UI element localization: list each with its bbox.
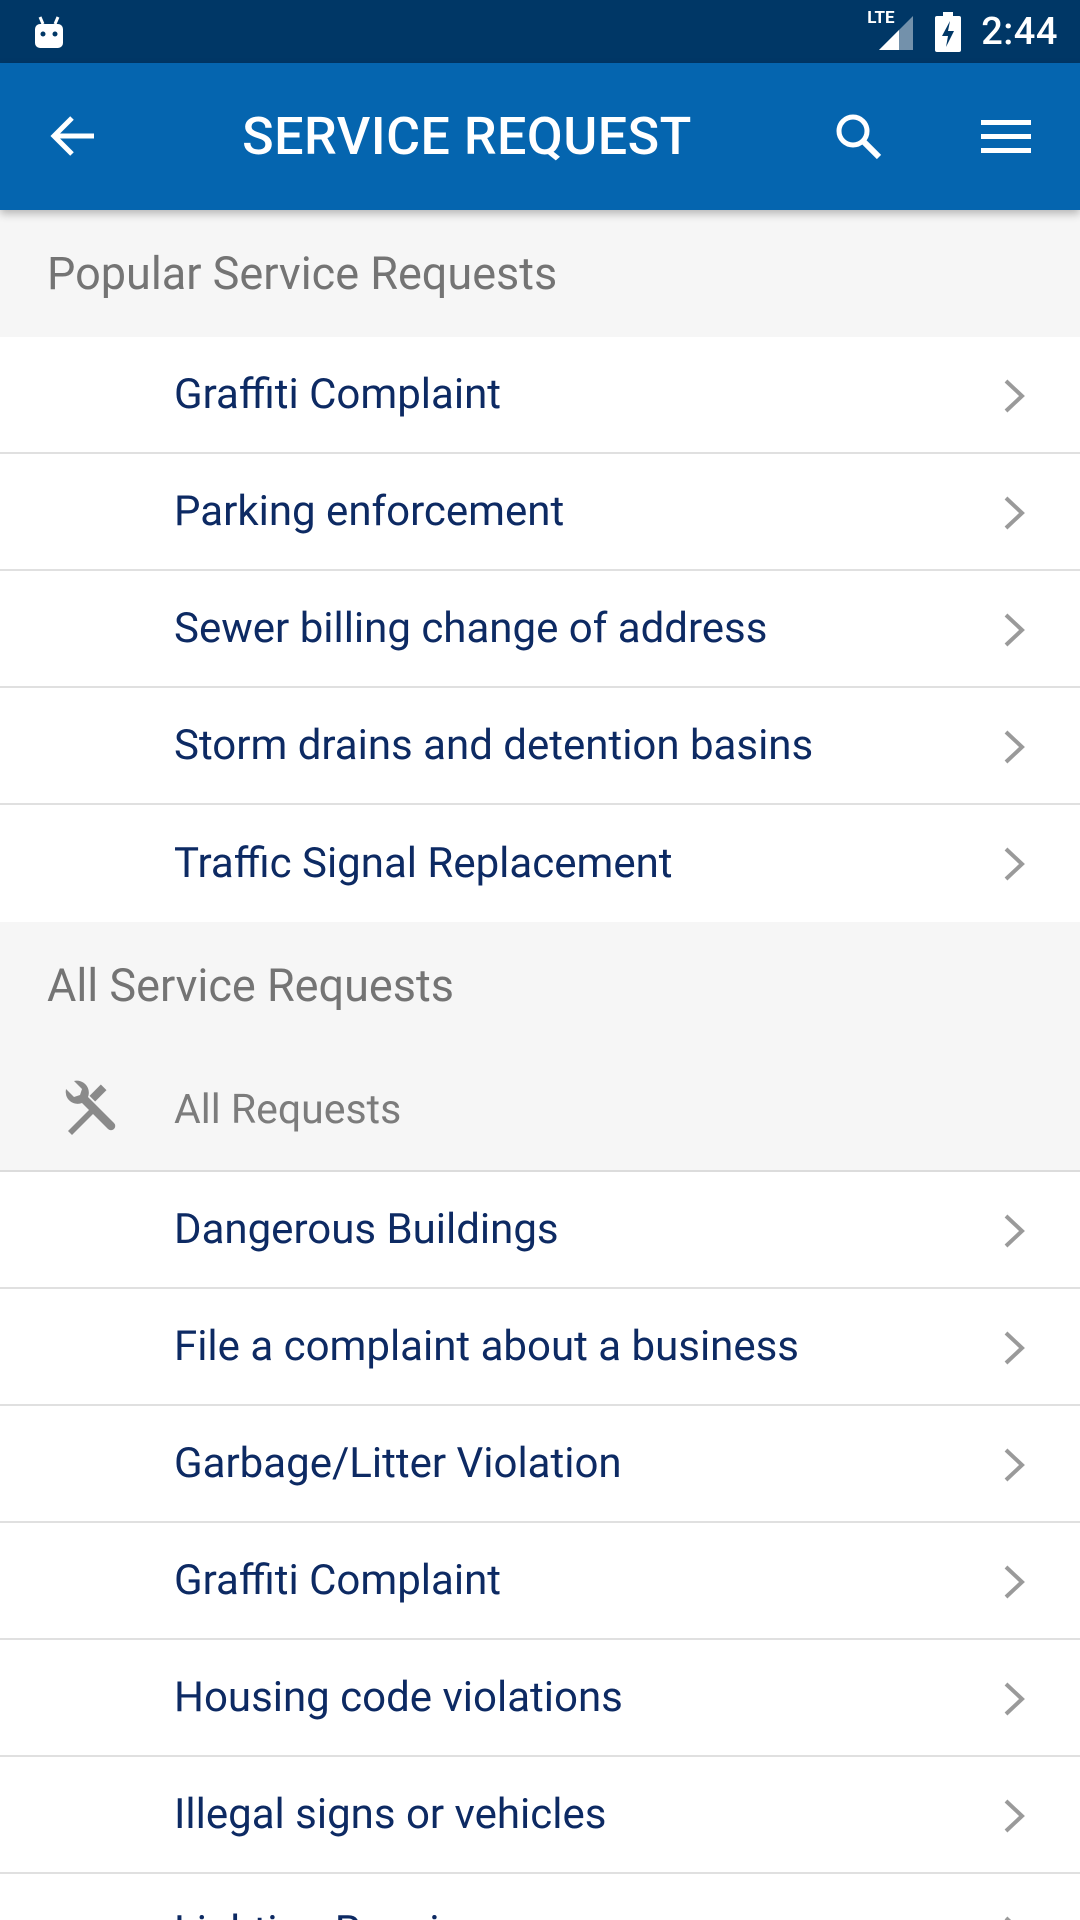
list-item-parking-enforcement[interactable]: Parking enforcement xyxy=(0,454,1080,571)
chevron-right-icon xyxy=(1004,1565,1025,1599)
list-item-label: Dangerous Buildings xyxy=(174,1205,559,1254)
chevron-right-icon xyxy=(1004,496,1025,530)
lte-signal-icon: LTE xyxy=(867,8,915,52)
list-item-label: Garbage/Litter Violation xyxy=(174,1439,622,1488)
list-item-label: Graffiti Complaint xyxy=(174,370,501,419)
android-notification-icon xyxy=(35,15,63,48)
request-list: Popular Service Requests Graffiti Compla… xyxy=(0,210,1080,1920)
list-item-lighting-repair[interactable]: Lighting Repair xyxy=(0,1874,1080,1920)
list-item-graffiti-complaint[interactable]: Graffiti Complaint xyxy=(0,337,1080,454)
list-item-label: Housing code violations xyxy=(174,1673,623,1722)
chevron-right-icon xyxy=(1004,1916,1012,1920)
search-button[interactable] xyxy=(808,86,908,186)
chevron-right-icon xyxy=(1004,847,1025,881)
chevron-right-icon xyxy=(1004,1331,1025,1365)
section-header-popular: Popular Service Requests xyxy=(0,210,1080,337)
battery-charging-icon xyxy=(935,11,962,52)
list-item-graffiti-complaint-all[interactable]: Graffiti Complaint xyxy=(0,1523,1080,1640)
chevron-right-icon xyxy=(1004,1682,1025,1716)
list-item-sewer-billing[interactable]: Sewer billing change of address xyxy=(0,571,1080,688)
search-icon xyxy=(836,114,882,160)
group-label: All Requests xyxy=(174,1085,402,1134)
status-bar: LTE 2:44 xyxy=(0,0,1080,63)
list-item-label: Parking enforcement xyxy=(174,487,565,536)
tools-icon xyxy=(65,1080,116,1135)
list-item-label: File a complaint about a business xyxy=(174,1322,799,1371)
list-item-label: Illegal signs or vehicles xyxy=(174,1790,607,1839)
chevron-right-icon xyxy=(1004,1448,1025,1482)
chevron-right-icon xyxy=(1004,1799,1025,1833)
chevron-right-icon xyxy=(1004,379,1025,413)
list-item-label: Lighting Repair xyxy=(174,1907,454,1920)
list-item-label: Graffiti Complaint xyxy=(174,1556,501,1605)
app-bar: SERVICE REQUEST xyxy=(0,63,1080,210)
status-time: 2:44 xyxy=(981,9,1058,54)
list-item-label: Storm drains and detention basins xyxy=(174,721,814,770)
chevron-right-icon xyxy=(1004,1214,1025,1248)
list-item-label: Sewer billing change of address xyxy=(174,604,768,653)
list-item-illegal-signs[interactable]: Illegal signs or vehicles xyxy=(0,1757,1080,1874)
menu-button[interactable] xyxy=(956,86,1056,186)
chevron-right-icon xyxy=(1004,613,1025,647)
list-item-dangerous-buildings[interactable]: Dangerous Buildings xyxy=(0,1172,1080,1289)
hamburger-menu-icon xyxy=(981,120,1031,153)
list-item-business-complaint[interactable]: File a complaint about a business xyxy=(0,1289,1080,1406)
list-item-label: Traffic Signal Replacement xyxy=(174,839,673,888)
page-title: SERVICE REQUEST xyxy=(242,106,692,167)
list-item-storm-drains[interactable]: Storm drains and detention basins xyxy=(0,688,1080,805)
list-item-garbage-litter[interactable]: Garbage/Litter Violation xyxy=(0,1406,1080,1523)
list-item-housing-code[interactable]: Housing code violations xyxy=(0,1640,1080,1757)
section-header-all: All Service Requests xyxy=(0,922,1080,1049)
group-all-requests[interactable]: All Requests xyxy=(0,1049,1080,1172)
list-item-traffic-signal[interactable]: Traffic Signal Replacement xyxy=(0,805,1080,922)
chevron-right-icon xyxy=(1004,730,1025,764)
